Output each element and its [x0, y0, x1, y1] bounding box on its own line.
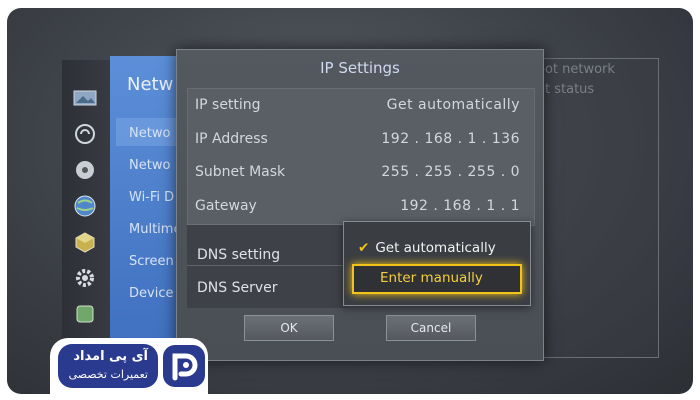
checkmark-icon: ✔: [358, 240, 370, 256]
ghost-text-2: et status: [537, 82, 595, 97]
dns-server-label[interactable]: DNS Server: [197, 280, 278, 296]
ip-setting-label: IP setting: [195, 97, 261, 113]
brand-name: آی پی امداد: [73, 349, 148, 364]
support-icon[interactable]: [72, 302, 98, 326]
ip-address-label: IP Address: [195, 131, 268, 147]
ok-button[interactable]: OK: [244, 315, 334, 341]
network-globe-icon[interactable]: [72, 194, 98, 218]
dns-setting-dropdown: ✔ Get automatically Enter manually: [343, 221, 531, 306]
option-get-automatically-label: Get automatically: [375, 240, 496, 256]
subnet-mask-label: Subnet Mask: [195, 164, 286, 180]
network-menu: Netw Netwo Netwo Wi-Fi D Multime Screen …: [110, 56, 182, 354]
gateway-value: 192 . 168 . 1 . 1: [400, 198, 520, 214]
ip-address-value: 192 . 168 . 1 . 136: [381, 131, 520, 147]
gear-icon[interactable]: [72, 266, 98, 290]
brand-badge: آی پی امداد تعمیرات تخصصی: [50, 338, 208, 394]
menu-icon-column: [62, 60, 112, 358]
ip-setting-value: Get automatically: [386, 97, 520, 113]
gateway-row[interactable]: Gateway 192 . 168 . 1 . 1: [195, 190, 520, 223]
ip-address-row[interactable]: IP Address 192 . 168 . 1 . 136: [195, 123, 520, 156]
menu-item-multimedia[interactable]: Multime: [129, 222, 181, 237]
subnet-mask-value: 255 . 255 . 255 . 0: [381, 164, 520, 180]
menu-item-wifi-direct[interactable]: Wi-Fi D: [129, 190, 174, 205]
network-menu-title: Netw: [127, 74, 174, 95]
broadcast-icon[interactable]: [72, 158, 98, 182]
option-get-automatically[interactable]: ✔ Get automatically: [358, 240, 496, 256]
menu-item-screen-mirroring[interactable]: Screen: [129, 254, 174, 269]
option-enter-manually-label: Enter manually: [380, 270, 483, 286]
menu-item-network-settings[interactable]: Netwo: [129, 158, 170, 173]
sound-icon[interactable]: [72, 122, 98, 146]
picture-icon[interactable]: [72, 86, 98, 110]
brand-tagline: تعمیرات تخصصی: [68, 368, 148, 381]
dns-divider: [187, 265, 347, 266]
system-cube-icon[interactable]: [72, 230, 98, 254]
brand-text-box: آی پی امداد تعمیرات تخصصی: [58, 344, 158, 388]
ghost-text-1: oot network: [537, 62, 615, 77]
tv-screen-frame: oot network et status Netw Netwo Netwo W…: [7, 8, 693, 394]
ip-settings-dialog: IP Settings IP setting Get automatically…: [176, 49, 544, 361]
subnet-mask-row[interactable]: Subnet Mask 255 . 255 . 255 . 0: [195, 156, 520, 189]
option-enter-manually[interactable]: Enter manually: [352, 264, 522, 294]
dns-setting-label[interactable]: DNS setting: [197, 247, 280, 263]
menu-item-device-name[interactable]: Device: [129, 286, 173, 301]
menu-item-network-status[interactable]: Netwo: [129, 126, 170, 141]
gateway-label: Gateway: [195, 198, 257, 214]
brand-logo-icon: [163, 345, 205, 387]
ip-setting-row[interactable]: IP setting Get automatically: [195, 89, 520, 122]
cancel-button[interactable]: Cancel: [386, 315, 476, 341]
dialog-title: IP Settings: [320, 59, 400, 77]
